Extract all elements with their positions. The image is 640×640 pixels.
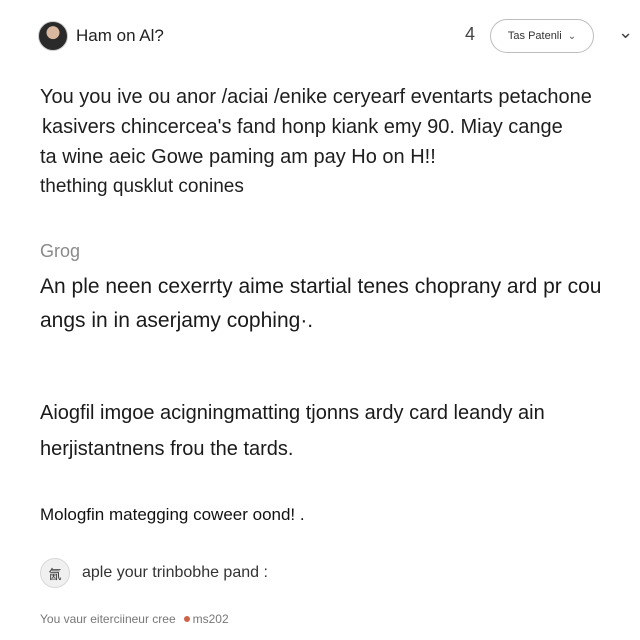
- paragraph-line: An ple neen cexerrty aime startial tenes…: [40, 275, 602, 298]
- pill-label: Tas Patenli: [507, 30, 562, 42]
- reply-avatar: 氤: [40, 558, 70, 588]
- username-label[interactable]: Ham on Al?: [76, 26, 164, 46]
- reply-input[interactable]: aple your trinbobhe pand :: [82, 564, 268, 582]
- pill-button[interactable]: Tas Patenli ⌄: [490, 19, 594, 53]
- section-label: Grog: [40, 241, 81, 261]
- chevron-down-icon: ⌄: [567, 30, 577, 42]
- user-avatar[interactable]: [38, 21, 68, 51]
- footer-suffix: ms202: [192, 612, 229, 626]
- paragraph-line: angs in in aserjamy cophing·.: [40, 309, 314, 332]
- footer-text: You vaur eiterciineur cree ms202: [40, 612, 229, 626]
- status-dot-icon: [183, 616, 190, 623]
- footer-label: You vaur eiterciineur cree: [40, 612, 176, 626]
- reply-paragraph: Mologfin mategging coweer oond! .: [40, 505, 305, 524]
- reply-paragraph: Aiogfil imgoe acigningmatting tjonns ard…: [40, 395, 545, 467]
- paragraph-line: herjistantnens frou the tards.: [40, 438, 294, 460]
- post-body: You you ive ou anor /aciai /enike ceryea…: [40, 82, 640, 202]
- reply-row[interactable]: 氤 aple your trinbobhe pand :: [40, 556, 268, 590]
- body-line: kasivers chincercea's fand honp kiank em…: [42, 116, 563, 138]
- body-line: ta wine aeic Gowe paming am pay Ho on H!…: [40, 146, 436, 168]
- reply-count-icon[interactable]: 4: [465, 24, 475, 45]
- reply-paragraph: An ple neen cexerrty aime startial tenes…: [40, 270, 601, 338]
- body-line: You you ive ou anor /aciai /enike ceryea…: [40, 86, 592, 108]
- chevron-down-icon[interactable]: ⌄: [618, 22, 633, 43]
- paragraph-line: Aiogfil imgoe acigningmatting tjonns ard…: [40, 402, 545, 424]
- body-line: thething qusklut conines: [40, 176, 244, 197]
- post-header: Ham on Al? 4 Tas Patenli ⌄ ⌄: [0, 0, 640, 70]
